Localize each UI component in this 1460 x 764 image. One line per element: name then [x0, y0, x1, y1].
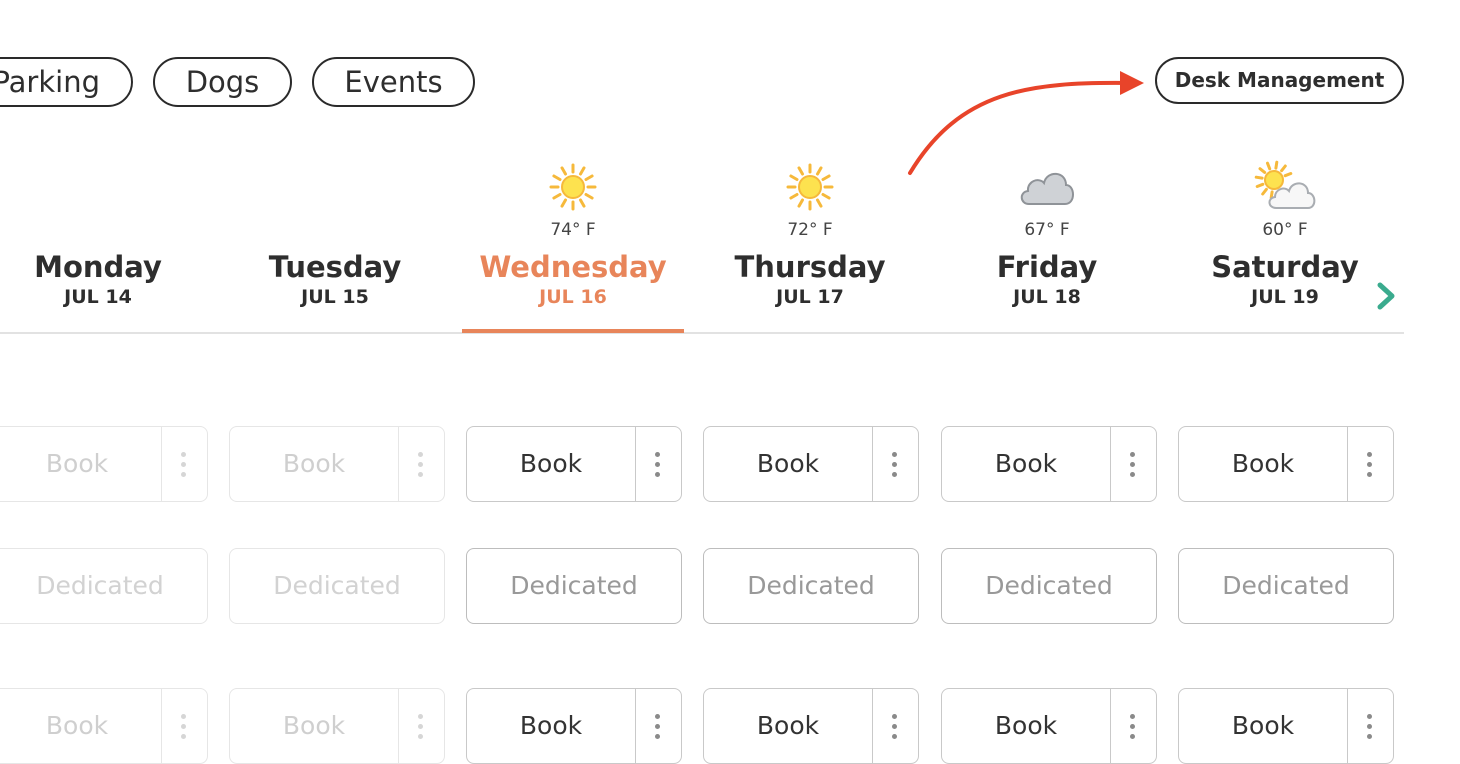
day-name: Thursday — [734, 250, 886, 284]
filter-dogs-button[interactable]: Dogs — [153, 57, 292, 107]
day-name: Monday — [34, 250, 162, 284]
filter-parking-button[interactable]: Parking — [0, 57, 133, 107]
book-button[interactable]: Book — [942, 427, 1111, 501]
day-date: JUL 14 — [64, 286, 132, 308]
tab-day-monday[interactable]: Monday JUL 14 — [0, 160, 208, 310]
more-options-icon — [397, 689, 444, 763]
weather-icon-empty — [0, 160, 208, 214]
partly-cloudy-icon — [1175, 160, 1395, 214]
tab-day-friday[interactable]: 67° F Friday JUL 18 — [937, 160, 1157, 310]
more-options-icon[interactable] — [871, 427, 918, 501]
more-options-icon — [160, 689, 207, 763]
day-date: JUL 16 — [539, 286, 607, 308]
cloud-icon — [937, 160, 1157, 214]
temperature: 74° F — [550, 220, 596, 240]
more-options-icon — [397, 427, 444, 501]
temperature — [225, 218, 445, 242]
sun-icon — [463, 160, 683, 214]
tab-day-thursday[interactable]: 72° F Thursday JUL 17 — [700, 160, 920, 310]
book-button[interactable]: Book — [704, 689, 873, 763]
book-button[interactable]: Book — [467, 427, 636, 501]
book-button-group: Book — [466, 426, 682, 502]
temperature: 72° F — [787, 220, 833, 240]
book-button: Book — [0, 427, 162, 501]
day-date: JUL 18 — [1013, 286, 1081, 308]
chevron-right-icon[interactable] — [1374, 280, 1400, 312]
day-date: JUL 17 — [776, 286, 844, 308]
temperature: 60° F — [1262, 220, 1308, 240]
book-button[interactable]: Book — [1179, 689, 1348, 763]
more-options-icon[interactable] — [634, 427, 681, 501]
book-button-group: Book — [703, 688, 919, 764]
book-button-group: Book — [229, 426, 445, 502]
more-options-icon[interactable] — [871, 689, 918, 763]
dedicated-button[interactable]: Dedicated — [941, 548, 1157, 624]
book-button-group: Book — [941, 426, 1157, 502]
book-button-group: Book — [0, 426, 208, 502]
tab-day-wednesday[interactable]: 74° F Wednesday JUL 16 — [463, 160, 683, 310]
day-name: Saturday — [1211, 250, 1359, 284]
day-name: Wednesday — [479, 250, 667, 284]
book-button-group: Book — [941, 688, 1157, 764]
dedicated-button: Dedicated — [0, 548, 208, 624]
sun-icon — [700, 160, 920, 214]
book-button-group: Book — [0, 688, 208, 764]
temperature: 67° F — [1024, 220, 1070, 240]
book-button: Book — [0, 689, 162, 763]
book-button-group: Book — [1178, 688, 1394, 764]
dedicated-button[interactable]: Dedicated — [1178, 548, 1394, 624]
dedicated-button: Dedicated — [229, 548, 445, 624]
more-options-icon[interactable] — [1109, 689, 1156, 763]
book-button[interactable]: Book — [942, 689, 1111, 763]
more-options-icon[interactable] — [1109, 427, 1156, 501]
more-options-icon — [160, 427, 207, 501]
more-options-icon[interactable] — [1346, 689, 1393, 763]
dedicated-button[interactable]: Dedicated — [466, 548, 682, 624]
book-button[interactable]: Book — [704, 427, 873, 501]
day-name: Friday — [996, 250, 1098, 284]
more-options-icon[interactable] — [1346, 427, 1393, 501]
book-button-group: Book — [229, 688, 445, 764]
book-button-group: Book — [1178, 426, 1394, 502]
day-name: Tuesday — [268, 250, 402, 284]
book-button-group: Book — [703, 426, 919, 502]
active-day-indicator — [462, 329, 684, 333]
book-button: Book — [230, 689, 399, 763]
weather-icon-empty — [225, 160, 445, 214]
book-button: Book — [230, 427, 399, 501]
book-button-group: Book — [466, 688, 682, 764]
dedicated-button[interactable]: Dedicated — [703, 548, 919, 624]
temperature — [0, 218, 208, 242]
more-options-icon[interactable] — [634, 689, 681, 763]
tab-day-saturday[interactable]: 60° F Saturday JUL 19 — [1175, 160, 1395, 310]
day-date: JUL 15 — [301, 286, 369, 308]
book-button[interactable]: Book — [1179, 427, 1348, 501]
tab-divider — [0, 332, 1404, 334]
desk-management-button[interactable]: Desk Management — [1155, 57, 1404, 104]
day-date: JUL 19 — [1251, 286, 1319, 308]
tab-day-tuesday[interactable]: Tuesday JUL 15 — [225, 160, 445, 310]
filter-events-button[interactable]: Events — [312, 57, 475, 107]
book-button[interactable]: Book — [467, 689, 636, 763]
